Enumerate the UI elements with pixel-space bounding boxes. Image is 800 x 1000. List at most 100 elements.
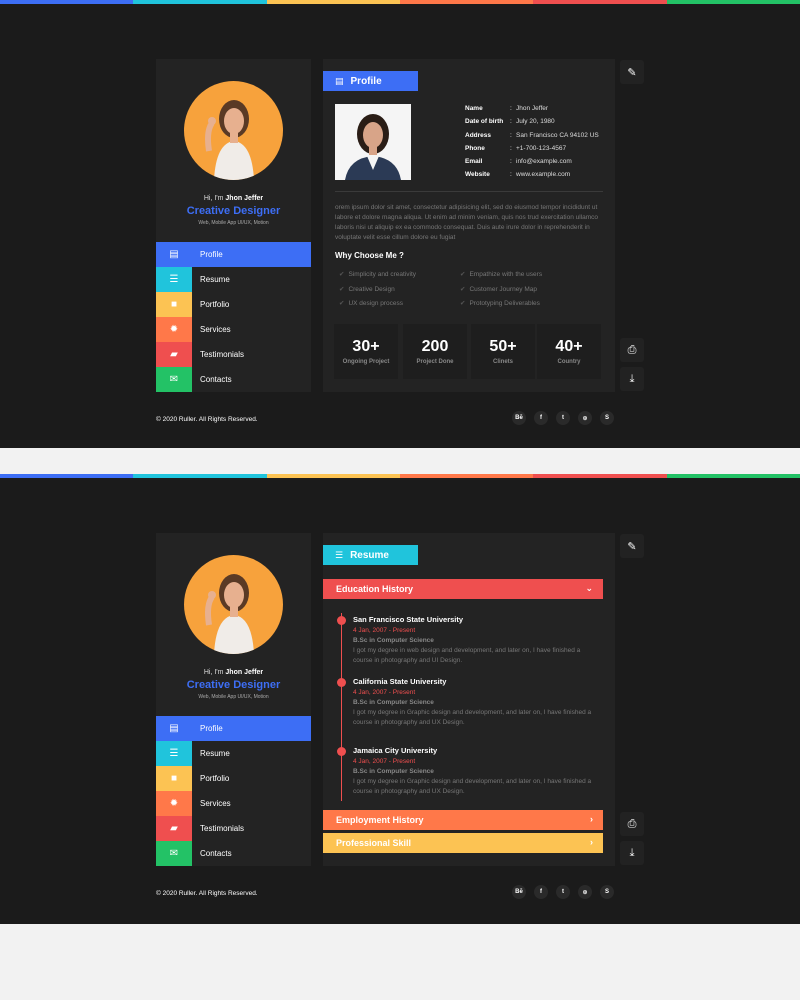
sidebar-item-testimonials[interactable]: ▰ Testimonials	[156, 342, 311, 367]
info-row: Email: info@example.com	[465, 158, 599, 171]
menu-lines-icon: ☰	[156, 267, 192, 292]
pencil-icon[interactable]: ✎	[620, 60, 644, 84]
behance-icon[interactable]: Bē	[512, 885, 526, 899]
info-value: +1-700-123-4567	[516, 144, 567, 152]
sidebar-item-label: Resume	[200, 749, 230, 758]
sidebar-item-resume[interactable]: ☰ Resume	[156, 741, 311, 766]
info-key: Name	[465, 105, 483, 112]
info-row: Address: San Francisco CA 94102 US	[465, 132, 599, 145]
education-accordion-header[interactable]: Education History ⌄	[323, 579, 603, 599]
info-value: Jhon Jeffer	[516, 105, 549, 112]
profile-panel: ▤ Profile Name: Jhon Jeffer Date of birth…	[323, 59, 615, 392]
twitter-icon[interactable]: t	[556, 885, 570, 899]
accordion-title: Employment History	[336, 815, 424, 825]
description: I got my degree in web design and develo…	[353, 647, 581, 664]
education-item: San Francisco State University 4 Jan, 20…	[353, 615, 598, 666]
check-item: ✔ Simplicity and creativity	[339, 271, 417, 278]
sidebar-item-label: Profile	[200, 250, 223, 259]
education-item: Jamaica City University 4 Jan, 2007 - Pr…	[353, 746, 598, 797]
info-row: Phone: +1-700-123-4567	[465, 145, 599, 158]
why-choose-title: Why Choose Me ?	[335, 251, 404, 260]
stat-clients: 50+ Clinets	[471, 324, 535, 379]
copyright: © 2020 Ruller. All Rights Reserved.	[156, 890, 258, 897]
check-icon: ✔	[460, 286, 466, 293]
sidebar-item-label: Testimonials	[200, 824, 245, 833]
info-row: Website: www.example.com	[465, 171, 599, 184]
print-icon[interactable]: ⎙	[620, 338, 644, 362]
sidebar-nav: ▤ Profile ☰ Resume ■ Portfolio ✹ Service…	[156, 242, 311, 392]
sidebar-nav: ▤ Profile ☰ Resume ■ Portfolio ✹ Service…	[156, 716, 311, 866]
university-name: Jamaica City University	[353, 746, 438, 755]
briefcase-icon: ■	[156, 766, 192, 791]
university-name: San Francisco State University	[353, 615, 464, 624]
stat-country: 40+ Country	[537, 324, 601, 379]
dribbble-icon[interactable]: ⊛	[578, 411, 592, 425]
avatar	[184, 81, 283, 180]
sidebar-item-label: Portfolio	[200, 774, 230, 783]
sidebar-item-label: Services	[200, 325, 231, 334]
degree: B.Sc in Computer Science	[353, 637, 434, 644]
university-name: California State University	[353, 677, 447, 686]
sidebar-item-profile[interactable]: ▤ Profile	[156, 242, 311, 267]
info-key: Date of birth	[465, 118, 504, 126]
behance-icon[interactable]: Bē	[512, 411, 526, 425]
sidebar: Hi, I'm Jhon Jeffer Creative Designer We…	[156, 59, 311, 392]
sidebar-item-contacts[interactable]: ✉ Contacts	[156, 367, 311, 392]
education-item: California State University 4 Jan, 2007 …	[353, 677, 598, 728]
sidebar-item-services[interactable]: ✹ Services	[156, 317, 311, 342]
color-topbar	[0, 0, 800, 4]
avatar	[184, 555, 283, 654]
chevron-right-icon: ›	[590, 814, 593, 824]
role-subtitle: Web, Mobile App UI/UX, Motion	[198, 220, 269, 226]
info-key: Phone	[465, 144, 485, 152]
sidebar-item-resume[interactable]: ☰ Resume	[156, 267, 311, 292]
section-title: ☰ Resume	[323, 545, 418, 565]
chat-icon: ▰	[156, 816, 192, 841]
timeline-dot	[337, 747, 346, 756]
timeline-line	[341, 613, 342, 801]
info-value[interactable]: info@example.com	[516, 158, 572, 171]
menu-lines-icon: ☰	[335, 549, 344, 560]
sidebar-item-label: Testimonials	[200, 350, 245, 359]
skype-icon[interactable]: S	[600, 885, 614, 899]
twitter-icon[interactable]: t	[556, 411, 570, 425]
print-icon[interactable]: ⎙	[620, 812, 644, 836]
download-icon[interactable]: ⤓	[620, 841, 644, 865]
sidebar-item-profile[interactable]: ▤ Profile	[156, 716, 311, 741]
pencil-icon[interactable]: ✎	[620, 534, 644, 558]
check-icon: ✔	[460, 300, 466, 307]
employment-accordion-header[interactable]: Employment History ›	[323, 810, 603, 830]
facebook-icon[interactable]: f	[534, 885, 548, 899]
stat-ongoing: 30+ Ongoing Project	[334, 324, 398, 379]
timeline-dot	[337, 678, 346, 687]
sidebar: Hi, I'm Jhon Jeffer Creative Designer We…	[156, 533, 311, 866]
sidebar-item-services[interactable]: ✹ Services	[156, 791, 311, 816]
info-row: Name: Jhon Jeffer	[465, 105, 599, 118]
dribbble-icon[interactable]: ⊛	[578, 885, 592, 899]
sidebar-item-contacts[interactable]: ✉ Contacts	[156, 841, 311, 866]
date-range: 4 Jan, 2007 - Present	[353, 627, 416, 634]
id-card-icon: ▤	[156, 242, 192, 267]
skype-icon[interactable]: S	[600, 411, 614, 425]
info-value: San Francisco CA 94102 US	[516, 131, 599, 139]
divider	[335, 191, 603, 192]
check-item: ✔ Empathize with the users	[460, 271, 543, 278]
gear-icon: ✹	[156, 317, 192, 342]
section-title-label: Resume	[350, 549, 389, 561]
check-icon: ✔	[339, 286, 345, 293]
section-title: ▤ Profile	[323, 71, 418, 91]
download-icon[interactable]: ⤓	[620, 367, 644, 391]
sidebar-item-portfolio[interactable]: ■ Portfolio	[156, 766, 311, 791]
accordion-title: Education History	[336, 584, 414, 594]
sidebar-item-portfolio[interactable]: ■ Portfolio	[156, 292, 311, 317]
sidebar-item-label: Portfolio	[200, 300, 230, 309]
facebook-icon[interactable]: f	[534, 411, 548, 425]
sidebar-item-testimonials[interactable]: ▰ Testimonials	[156, 816, 311, 841]
accordion-title: Professional Skill	[336, 838, 412, 848]
skill-accordion-header[interactable]: Professional Skill ›	[323, 833, 603, 853]
sidebar-item-label: Contacts	[200, 375, 232, 384]
info-value[interactable]: www.example.com	[516, 171, 570, 184]
briefcase-icon: ■	[156, 292, 192, 317]
profile-photo	[335, 104, 411, 180]
degree: B.Sc in Computer Science	[353, 768, 434, 775]
